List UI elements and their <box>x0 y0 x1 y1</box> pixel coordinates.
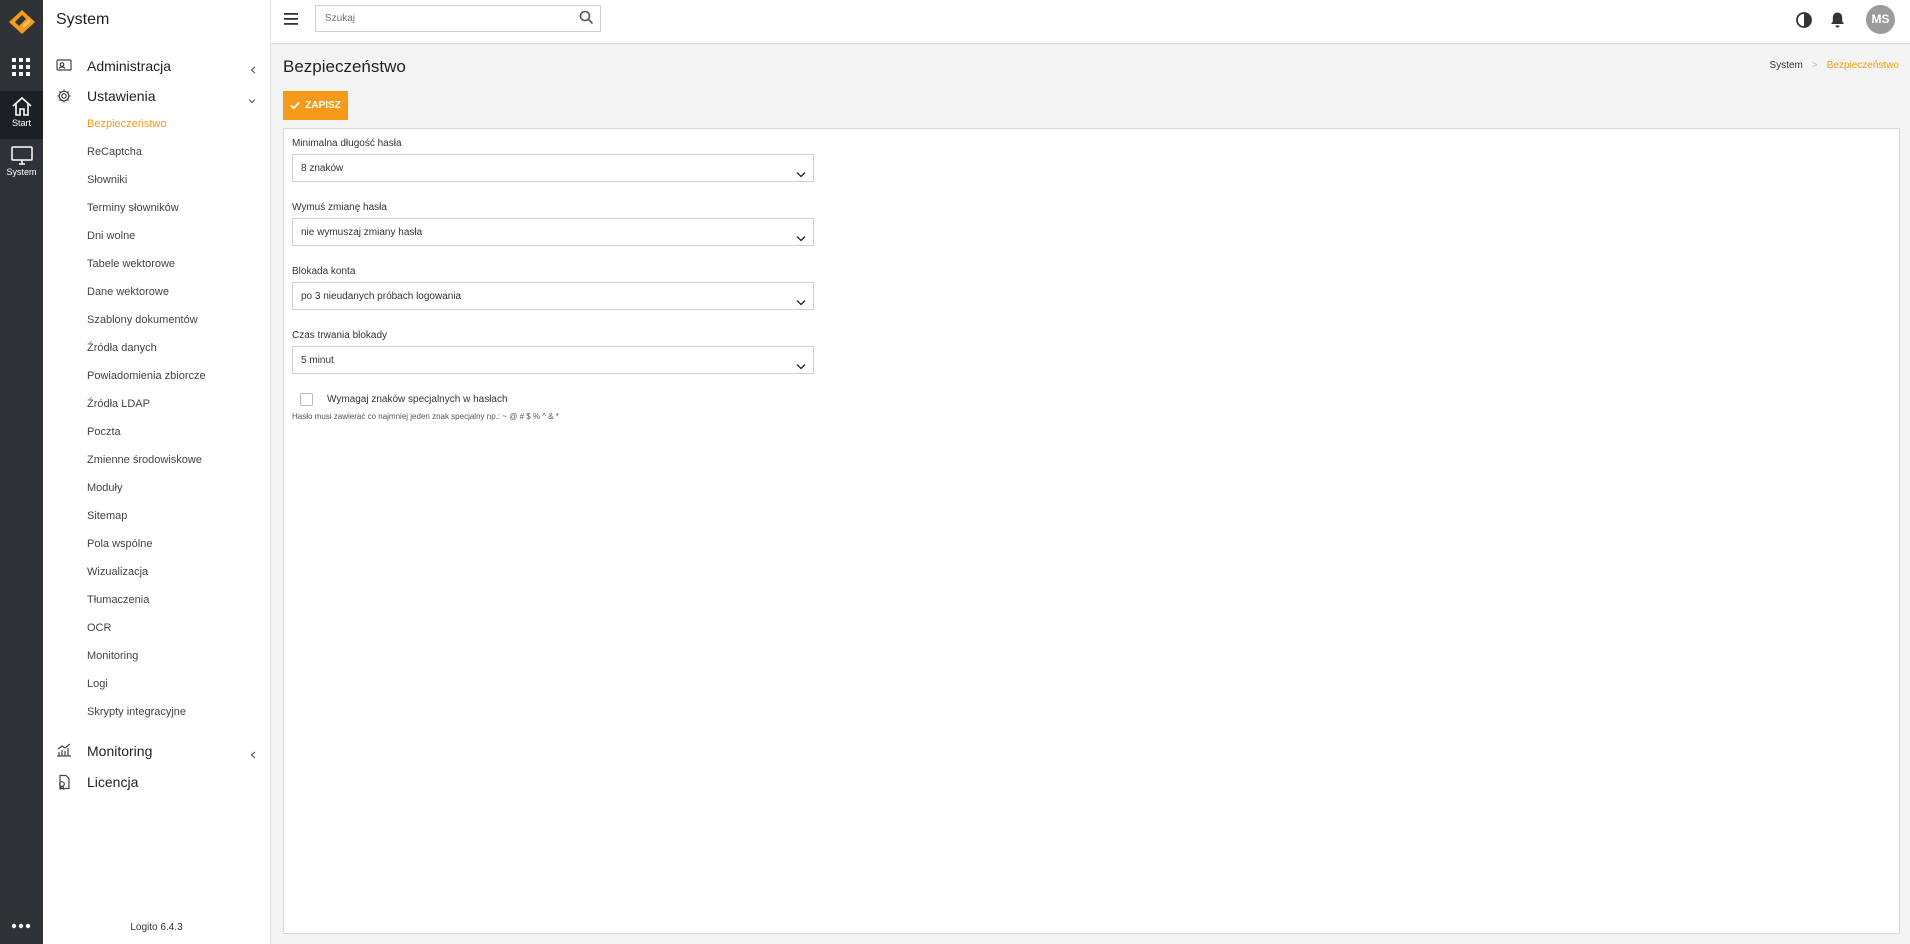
sidebar: System Administracja Ustawienia Bezpiecz… <box>43 0 271 944</box>
sidebar-item-zrodla-danych[interactable]: Źródła danych <box>43 341 270 369</box>
select-value: 5 minut <box>301 355 334 366</box>
sidebar-item-bezpieczenstwo[interactable]: Bezpieczeństwo <box>43 117 270 145</box>
sidebar-item-tlumaczenia[interactable]: Tłumaczenia <box>43 593 270 621</box>
chart-icon <box>56 743 72 762</box>
chevron-left-icon <box>250 61 256 79</box>
special-chars-option: Wymagaj znaków specjalnych w hasłach <box>300 393 508 406</box>
search-icon[interactable] <box>579 10 594 30</box>
sidebar-item-zmienne-srodowiskowe[interactable]: Zmienne środowiskowe <box>43 453 270 481</box>
lockout-duration-label: Czas trwania blokady <box>292 330 388 341</box>
breadcrumb-item-system[interactable]: System <box>1770 60 1803 71</box>
force-password-change-select[interactable]: nie wymuszaj zmiany hasła <box>292 218 814 246</box>
force-password-change-label: Wymuś zmianę hasła <box>292 202 387 213</box>
apps-grid-icon[interactable] <box>11 57 31 82</box>
search-input[interactable] <box>316 6 565 31</box>
app-version: Logito 6.4.3 <box>130 922 183 933</box>
contrast-toggle-icon[interactable] <box>1795 11 1813 34</box>
sidebar-item-skrypty-integracyjne[interactable]: Skrypty integracyjne <box>43 705 270 733</box>
sidebar-item-tabele-wektorowe[interactable]: Tabele wektorowe <box>43 257 270 285</box>
sidebar-item-poczta[interactable]: Poczta <box>43 425 270 453</box>
chevron-down-icon <box>796 357 806 375</box>
monitor-icon <box>10 146 33 165</box>
rail-item-start[interactable]: Start <box>0 91 43 139</box>
rail-item-system[interactable]: System <box>0 140 43 188</box>
logo-icon[interactable] <box>4 4 40 40</box>
settings-submenu: Bezpieczeństwo ReCaptcha Słowniki Termin… <box>43 117 270 733</box>
select-value: nie wymuszaj zmiany hasła <box>301 227 423 238</box>
admin-id-card-icon <box>56 58 72 77</box>
sidebar-item-dane-wektorowe[interactable]: Dane wektorowe <box>43 285 270 313</box>
account-lockout-label: Blokada konta <box>292 266 356 277</box>
sidebar-section-label: Monitoring <box>87 743 153 759</box>
sidebar-item-wizualizacja[interactable]: Wizualizacja <box>43 565 270 593</box>
sidebar-item-zrodla-ldap[interactable]: Źródła LDAP <box>43 397 270 425</box>
page-title: Bezpieczeństwo <box>283 57 406 76</box>
sidebar-title: System <box>56 11 110 28</box>
sidebar-item-recaptcha[interactable]: ReCaptcha <box>43 145 270 173</box>
sidebar-item-terminy-slownikow[interactable]: Terminy słowników <box>43 201 270 229</box>
select-value: 8 znaków <box>301 163 344 174</box>
sidebar-section-administracja[interactable]: Administracja <box>43 53 270 81</box>
lockout-duration-select[interactable]: 5 minut <box>292 346 814 374</box>
sidebar-item-logi[interactable]: Logi <box>43 677 270 705</box>
sidebar-section-label: Administracja <box>87 58 172 74</box>
chevron-down-icon <box>796 229 806 247</box>
hamburger-menu-icon[interactable] <box>283 12 299 31</box>
app-rail: Start System <box>0 0 43 944</box>
chevron-left-icon <box>250 746 256 764</box>
sidebar-item-sitemap[interactable]: Sitemap <box>43 509 270 537</box>
breadcrumb-separator: > <box>1811 60 1818 71</box>
special-chars-checkbox-label[interactable]: Wymagaj znaków specjalnych w hasłach <box>327 394 508 405</box>
breadcrumb-item-current: Bezpieczeństwo <box>1826 60 1899 71</box>
avatar[interactable]: MS <box>1866 5 1895 34</box>
bell-icon[interactable] <box>1829 11 1846 34</box>
save-button-label: ZAPISZ <box>305 100 341 111</box>
gear-icon <box>56 88 72 109</box>
min-password-length-label: Minimalna długość hasła <box>292 138 402 149</box>
sidebar-item-ocr[interactable]: OCR <box>43 621 270 649</box>
sidebar-item-slowniki[interactable]: Słowniki <box>43 173 270 201</box>
chevron-down-icon <box>796 165 806 183</box>
sidebar-section-ustawienia[interactable]: Ustawienia <box>43 83 270 111</box>
chevron-down-icon <box>248 91 256 109</box>
save-button[interactable]: ZAPISZ <box>283 91 348 120</box>
sidebar-item-monitoring[interactable]: Monitoring <box>43 649 270 677</box>
sidebar-item-pola-wspolne[interactable]: Pola wspólne <box>43 537 270 565</box>
topbar: MS <box>271 0 1910 44</box>
select-value: po 3 nieudanych próbach logowania <box>301 291 462 302</box>
rail-item-label: System <box>6 167 37 177</box>
special-chars-checkbox[interactable] <box>300 393 313 406</box>
sidebar-section-licencja[interactable]: Licencja <box>43 769 270 797</box>
sidebar-section-label: Licencja <box>87 774 139 790</box>
security-settings-panel: Minimalna długość hasła 8 znaków Wymuś z… <box>283 128 1900 934</box>
search-box <box>315 5 601 32</box>
special-chars-hint: Hasło musi zawierać co najmniej jeden zn… <box>292 412 559 421</box>
sidebar-section-monitoring[interactable]: Monitoring <box>43 738 270 766</box>
account-lockout-select[interactable]: po 3 nieudanych próbach logowania <box>292 282 814 310</box>
sidebar-item-szablony-dokumentow[interactable]: Szablony dokumentów <box>43 313 270 341</box>
min-password-length-select[interactable]: 8 znaków <box>292 154 814 182</box>
sidebar-section-label: Ustawienia <box>87 88 156 104</box>
breadcrumb: System > Bezpieczeństwo <box>1770 60 1899 71</box>
check-icon <box>290 101 300 110</box>
main-content: Bezpieczeństwo System > Bezpieczeństwo ZAP… <box>271 44 1910 944</box>
chevron-down-icon <box>796 293 806 311</box>
home-icon <box>11 96 32 116</box>
more-dots-icon[interactable] <box>11 917 31 935</box>
sidebar-item-moduly[interactable]: Moduły <box>43 481 270 509</box>
sidebar-item-powiadomienia-zbiorcze[interactable]: Powiadomienia zbiorcze <box>43 369 270 397</box>
sidebar-item-dni-wolne[interactable]: Dni wolne <box>43 229 270 257</box>
rail-item-label: Start <box>11 118 31 128</box>
license-icon <box>56 774 72 795</box>
